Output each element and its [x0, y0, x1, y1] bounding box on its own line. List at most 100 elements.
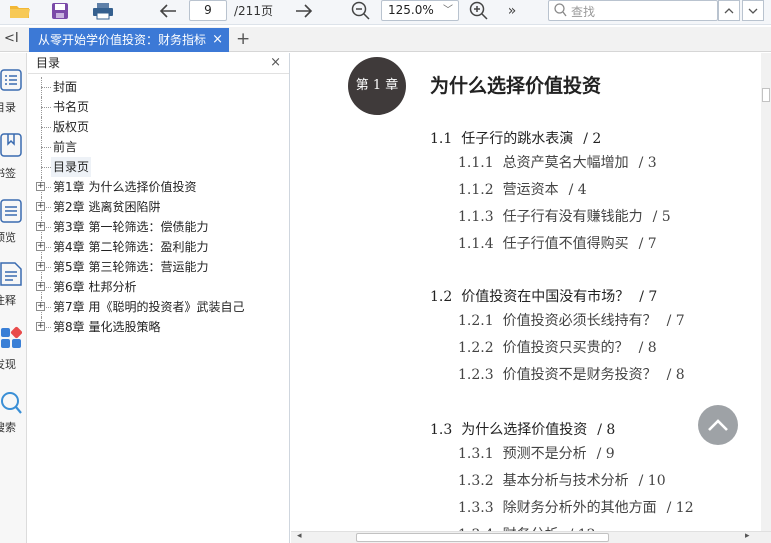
toc-item[interactable]: 版权页 [28, 117, 288, 137]
rail-item-bookmarks[interactable]: 书签 [0, 133, 27, 180]
scroll-left-icon[interactable]: ◂ [297, 531, 302, 541]
vertical-scrollbar[interactable] [761, 53, 771, 531]
close-icon[interactable]: × [270, 53, 281, 73]
subsection-page: / 9 [596, 446, 615, 462]
subsection-title: 营运资本 [502, 182, 559, 198]
search-next-button[interactable] [742, 0, 764, 21]
close-tab-icon[interactable]: × [212, 28, 223, 52]
toc-item[interactable]: 前言 [28, 137, 288, 157]
rail-item-search[interactable]: 搜索 [0, 391, 27, 434]
toc-item[interactable]: + 第1章 为什么选择价值投资 [28, 177, 288, 197]
expand-icon[interactable]: + [36, 242, 45, 251]
rail-label: 目录 [0, 101, 16, 114]
rail-item-toc[interactable]: 目录 [0, 69, 27, 114]
expand-icon[interactable]: + [36, 282, 45, 291]
expand-icon[interactable]: + [36, 322, 45, 331]
toc-item[interactable]: 封面 [28, 77, 288, 97]
next-page-arrow-icon[interactable] [293, 0, 315, 22]
toc-item[interactable]: + 第8章 量化选股策略 [28, 317, 288, 337]
toc-subsection-entry[interactable]: 1.1.1 总资产莫名大幅增加 / 3 [458, 152, 657, 172]
subsection-page: / 5 [652, 209, 671, 225]
toc-subsection-entry[interactable]: 1.3.2 基本分析与技术分析 / 10 [458, 470, 666, 490]
toc-subsection-entry[interactable]: 1.3.3 除财务分析外的其他方面 / 12 [458, 497, 694, 517]
search-placeholder: 查找 [571, 5, 596, 19]
expand-icon[interactable]: + [36, 182, 45, 191]
rail-label: 书签 [0, 167, 16, 180]
rail-label: 预览 [0, 231, 16, 244]
horizontal-scrollbar[interactable]: ◂ ▸ [291, 531, 771, 543]
collapse-sidebar-icon[interactable]: <I [4, 31, 19, 46]
toc-section-entry[interactable]: 1.1 任子行的跳水表演 / 2 [430, 128, 601, 148]
scroll-right-icon[interactable]: ▸ [745, 531, 750, 541]
search-prev-button[interactable] [718, 0, 740, 21]
open-folder-icon[interactable] [8, 0, 32, 22]
toc-item[interactable]: + 第3章 第一轮筛选：偿债能力 [28, 217, 288, 237]
expand-icon[interactable]: + [36, 302, 45, 311]
subsection-number: 1.2.2 [458, 340, 494, 356]
subsection-title: 价值投资必须长线持有？ [502, 313, 657, 329]
section-title: 为什么选择价值投资 [461, 422, 588, 438]
section-number: 1.3 [430, 422, 453, 438]
search-icon [0, 392, 22, 414]
horizontal-scroll-thumb[interactable] [356, 533, 609, 542]
toc-subsection-entry[interactable]: 1.2.2 价值投资只买贵的？ / 8 [458, 337, 657, 357]
prev-page-arrow-icon[interactable] [157, 0, 179, 22]
subsection-page: / 8 [666, 367, 685, 383]
section-title: 任子行的跳水表演 [461, 131, 574, 147]
chapter-badge: 第 1 章 [348, 57, 406, 115]
toc-subsection-entry[interactable]: 1.3.1 预测不是分析 / 9 [458, 443, 615, 463]
annotation-icon [0, 262, 22, 286]
toc-subsection-entry[interactable]: 1.1.3 任子行有没有赚钱能力 / 5 [458, 206, 671, 226]
zoom-select[interactable]: 125.0% ﹀ [381, 0, 459, 21]
subsection-page: / 7 [666, 313, 685, 329]
toc-item-label: 书名页 [53, 100, 90, 114]
toc-item-label: 第1章 为什么选择价值投资 [53, 180, 197, 194]
toc-subsection-entry[interactable]: 1.2.3 价值投资不是财务投资？ / 8 [458, 364, 685, 384]
toc-subsection-entry[interactable]: 1.1.2 营运资本 / 4 [458, 179, 587, 199]
save-icon[interactable] [49, 0, 71, 22]
toc-item-label: 版权页 [53, 120, 90, 134]
subsection-page: / 3 [638, 155, 657, 171]
zoom-in-icon[interactable] [468, 0, 490, 22]
print-icon[interactable] [91, 0, 115, 22]
toc-item[interactable]: + 第6章 杜邦分析 [28, 277, 288, 297]
chevron-down-icon: ﹀ [443, 5, 453, 16]
rail-item-preview[interactable]: 预览 [0, 199, 27, 244]
zoom-out-icon[interactable] [350, 0, 372, 22]
subsection-title: 价值投资不是财务投资？ [502, 367, 657, 383]
toc-item[interactable]: 书名页 [28, 97, 288, 117]
toc-item[interactable]: + 第7章 用《聪明的投资者》武装自己 [28, 297, 288, 317]
toc-subsection-entry[interactable]: 1.1.4 任子行值不值得购买 / 7 [458, 233, 657, 253]
search-field[interactable]: 查找 [548, 0, 718, 21]
subsection-title: 除财务分析外的其他方面 [502, 500, 657, 516]
tab-document[interactable]: 从零开始学价值投资：财务指标 × [29, 28, 229, 52]
expand-icon[interactable]: + [36, 202, 45, 211]
toc-item[interactable]: + 第4章 第二轮筛选：盈利能力 [28, 237, 288, 257]
toc-item[interactable]: + 第5章 第三轮筛选：营运能力 [28, 257, 288, 277]
tab-bar: <I 从零开始学价值投资：财务指标 × + [0, 27, 771, 52]
subsection-number: 1.3.1 [458, 446, 494, 462]
toc-item-label: 前言 [53, 140, 78, 154]
rail-item-discover[interactable]: 发现 [0, 326, 27, 371]
toc-subsection-entry[interactable]: 1.3.4财务分析/ 12 [458, 524, 596, 531]
rail-label: 注释 [0, 294, 16, 307]
toc-title: 目录 [36, 56, 61, 70]
expand-icon[interactable]: + [36, 222, 45, 231]
toc-subsection-entry[interactable]: 1.2.1 价值投资必须长线持有？ / 7 [458, 310, 685, 330]
rail-item-annotations[interactable]: 注释 [0, 262, 27, 307]
vertical-scroll-thumb[interactable] [762, 88, 770, 102]
more-double-chevron-icon[interactable]: » [503, 0, 521, 22]
toc-section-entry[interactable]: 1.2 价值投资在中国没有市场？ / 7 [430, 286, 657, 306]
toc-section-entry[interactable]: 1.3 为什么选择价值投资 / 8 [430, 419, 615, 439]
toc-item[interactable]: 目录页 [28, 157, 288, 177]
chapter-title: 为什么选择价值投资 [430, 75, 602, 97]
page-number-input[interactable]: 9 [189, 0, 227, 21]
expand-icon[interactable]: + [36, 262, 45, 271]
toc-item-label: 第5章 第三轮筛选：营运能力 [53, 260, 209, 274]
list-icon [0, 69, 22, 91]
chevron-up-icon [724, 7, 734, 13]
back-to-top-button[interactable] [698, 405, 738, 445]
toc-item[interactable]: + 第2章 逃离贫困陷阱 [28, 197, 288, 217]
subsection-page: / 4 [568, 182, 587, 198]
add-tab-icon[interactable]: + [236, 29, 250, 49]
